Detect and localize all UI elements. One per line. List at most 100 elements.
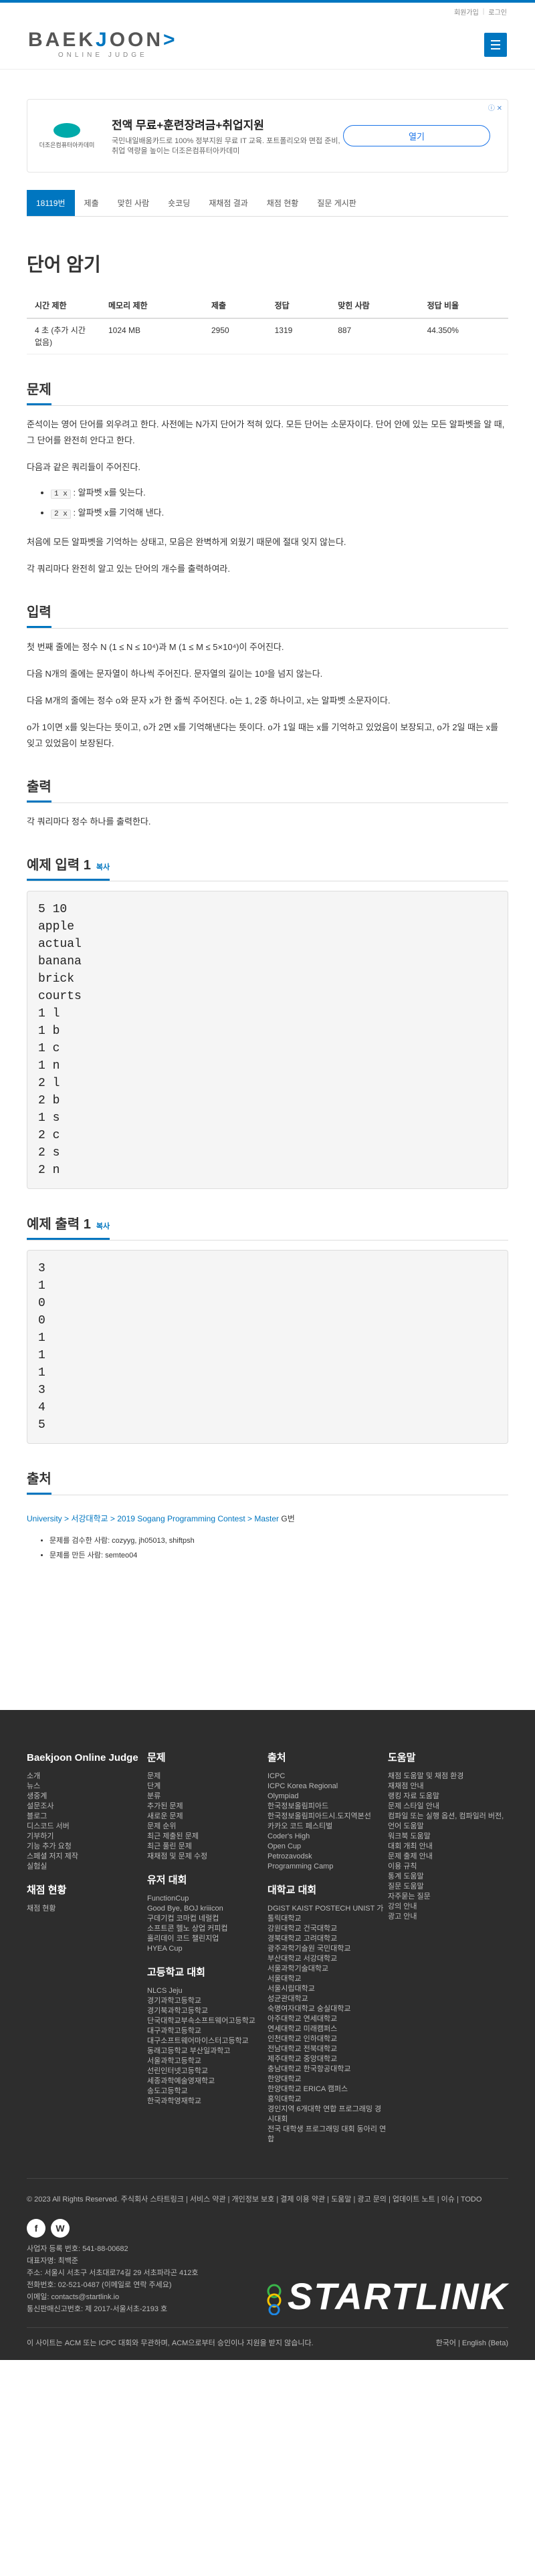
tab-status[interactable]: 채점 현황 bbox=[257, 190, 308, 216]
language-switch-link[interactable]: 한국어 | English (Beta) bbox=[436, 2337, 508, 2348]
footer-link[interactable]: 한국과학영재학교 bbox=[147, 2097, 268, 2107]
footer-link[interactable]: 한국정보올림피아드시.도지역본선 bbox=[268, 1812, 388, 1822]
footer-link[interactable]: 동래고등학교 부산일과학고 bbox=[147, 2046, 268, 2056]
footer-link[interactable]: 세종과학예술영재학교 bbox=[147, 2076, 268, 2086]
copy-sample-input-button[interactable]: 복사 bbox=[96, 863, 110, 871]
footer-link[interactable]: 새로운 문제 bbox=[147, 1812, 268, 1822]
footer-link[interactable]: 블로그 bbox=[27, 1812, 147, 1822]
footer-link[interactable]: 문제 출제 안내 bbox=[388, 1852, 508, 1862]
footer-link[interactable]: 기부하기 bbox=[27, 1832, 147, 1842]
footer-link[interactable]: 한양대학교 ERICA 캠퍼스 bbox=[268, 2084, 388, 2095]
footer-link[interactable]: Good Bye, BOJ kriiicon bbox=[147, 1904, 268, 1914]
login-link[interactable]: 로그인 bbox=[488, 7, 507, 17]
footer-link[interactable]: 단계 bbox=[147, 1782, 268, 1792]
footer-link[interactable]: 자주묻는 질문 bbox=[388, 1892, 508, 1902]
footer-link[interactable]: 디스코드 서버 bbox=[27, 1822, 147, 1832]
wordpress-icon[interactable]: W bbox=[51, 2219, 70, 2238]
footer-link[interactable]: 뉴스 bbox=[27, 1782, 147, 1792]
ad-open-button[interactable]: 열기 bbox=[343, 125, 490, 146]
tab-rejudge-results[interactable]: 재채점 결과 bbox=[199, 190, 257, 216]
footer-link[interactable]: 광주과학기술원 국민대학교 bbox=[268, 1944, 388, 1954]
footer-link[interactable]: 질문 도움말 bbox=[388, 1882, 508, 1892]
footer-link[interactable]: 강원대학교 건국대학교 bbox=[268, 1924, 388, 1934]
footer-link[interactable]: 채점 현황 bbox=[27, 1904, 147, 1914]
footer-link[interactable]: 경기과학고등학교 bbox=[147, 1996, 268, 2006]
footer-link[interactable]: Open Cup bbox=[268, 1842, 388, 1852]
footer-link[interactable]: 생중계 bbox=[27, 1792, 147, 1802]
footer-link[interactable]: 최근 제출된 문제 bbox=[147, 1832, 268, 1842]
ad-info-icon[interactable]: ⓘ ✕ bbox=[488, 102, 502, 112]
footer-link[interactable]: Programming Camp bbox=[268, 1862, 388, 1872]
footer-link[interactable]: 경기북과학고등학교 bbox=[147, 2006, 268, 2016]
footer-link[interactable]: ICPC Korea Regional bbox=[268, 1782, 388, 1792]
footer-link[interactable]: 대회 개최 안내 bbox=[388, 1842, 508, 1852]
footer-link[interactable]: 한국정보올림피아드 bbox=[268, 1802, 388, 1812]
footer-link[interactable]: 재채점 안내 bbox=[388, 1782, 508, 1792]
footer-link[interactable]: 홍익대학교 bbox=[268, 2095, 388, 2105]
footer-link[interactable]: 단국대학교부속소프트웨어고등학교 bbox=[147, 2016, 268, 2026]
footer-link[interactable]: 충남대학교 한국항공대학교 bbox=[268, 2064, 388, 2074]
footer-link[interactable]: 스페셜 저지 제작 bbox=[27, 1852, 147, 1862]
footer-link[interactable]: FunctionCup bbox=[147, 1894, 268, 1904]
footer-link[interactable]: 통계 도움말 bbox=[388, 1872, 508, 1882]
footer-link[interactable]: 서울대학교 bbox=[268, 1974, 388, 1984]
footer-link[interactable]: 이용 규칙 bbox=[388, 1862, 508, 1872]
footer-link[interactable]: 문제 스타일 안내 bbox=[388, 1802, 508, 1812]
sample-output-block[interactable]: 3 1 0 0 1 1 1 3 4 5 bbox=[27, 1250, 508, 1444]
menu-toggle-button[interactable] bbox=[484, 32, 507, 57]
footer-link[interactable]: 기능 추가 요청 bbox=[27, 1842, 147, 1852]
tab-question-board[interactable]: 질문 게시판 bbox=[308, 190, 366, 216]
footer-link[interactable]: 소개 bbox=[27, 1772, 147, 1782]
footer-link[interactable]: 서울과학기술대학교 bbox=[268, 1964, 388, 1974]
footer-link[interactable]: 제주대학교 중앙대학교 bbox=[268, 2054, 388, 2064]
footer-link[interactable]: DGIST KAIST POSTECH UNIST 가톨릭대학교 bbox=[268, 1904, 388, 1924]
copy-sample-output-button[interactable]: 복사 bbox=[96, 1222, 110, 1230]
footer-link[interactable]: 문제 bbox=[147, 1772, 268, 1782]
footer-link[interactable]: 구데기컵 코마컵 네럴컵 bbox=[147, 1914, 268, 1924]
footer-link[interactable]: 선린인터넷고등학교 bbox=[147, 2066, 268, 2076]
footer-link[interactable]: 분류 bbox=[147, 1792, 268, 1802]
footer-link[interactable]: 워크북 도움말 bbox=[388, 1832, 508, 1842]
footer-link[interactable]: NLCS Jeju bbox=[147, 1986, 268, 1996]
footer-link[interactable]: 한양대학교 bbox=[268, 2074, 388, 2084]
footer-link[interactable]: 전국 대학생 프로그래밍 대회 동아리 연합 bbox=[268, 2125, 388, 2145]
footer-link[interactable]: 카카오 코드 페스티벌 bbox=[268, 1822, 388, 1832]
footer-link[interactable]: 강의 안내 bbox=[388, 1902, 508, 1912]
footer-link[interactable]: 성균관대학교 bbox=[268, 1994, 388, 2004]
footer-link[interactable]: Olympiad bbox=[268, 1792, 388, 1802]
footer-link[interactable]: 재채점 및 문제 수정 bbox=[147, 1852, 268, 1862]
footer-link[interactable]: 문제 순위 bbox=[147, 1822, 268, 1832]
footer-link[interactable]: 아주대학교 연세대학교 bbox=[268, 2014, 388, 2024]
footer-link[interactable]: 부산대학교 서강대학교 bbox=[268, 1954, 388, 1964]
footer-link[interactable]: 컴파일 또는 실행 옵션, 컴파일러 버전, 언어 도움말 bbox=[388, 1812, 508, 1832]
footer-link[interactable]: 추가된 문제 bbox=[147, 1802, 268, 1812]
facebook-icon[interactable]: f bbox=[27, 2219, 45, 2238]
footer-link[interactable]: 서울시립대학교 bbox=[268, 1984, 388, 1994]
footer-link[interactable]: 실험실 bbox=[27, 1862, 147, 1872]
footer-link[interactable]: 송도고등학교 bbox=[147, 2086, 268, 2097]
footer-link[interactable]: 연세대학교 미래캠퍼스 bbox=[268, 2024, 388, 2034]
footer-link[interactable]: 경북대학교 고려대학교 bbox=[268, 1934, 388, 1944]
site-logo[interactable]: BAEKJOON> ONLINE JUDGE bbox=[28, 30, 178, 60]
footer-link[interactable]: 서울과학고등학교 bbox=[147, 2056, 268, 2066]
footer-link[interactable]: 대구소프트웨어마이스터고등학교 bbox=[147, 2036, 268, 2046]
footer-link[interactable]: 소프트콘 헬노 상업 커피컵 bbox=[147, 1924, 268, 1934]
footer-link[interactable]: 전남대학교 전북대학교 bbox=[268, 2044, 388, 2054]
footer-link[interactable]: 홀리데이 코드 챌린지업 bbox=[147, 1934, 268, 1944]
sample-input-block[interactable]: 5 10 apple actual banana brick courts 1 … bbox=[27, 891, 508, 1189]
footer-link[interactable]: Coder's High bbox=[268, 1832, 388, 1842]
footer-link[interactable]: 설문조사 bbox=[27, 1802, 147, 1812]
tab-short-coding[interactable]: 숏코딩 bbox=[158, 190, 199, 216]
footer-link[interactable]: 경인지역 6개대학 연합 프로그래밍 경시대회 bbox=[268, 2105, 388, 2125]
footer-link[interactable]: 최근 풀린 문제 bbox=[147, 1842, 268, 1852]
footer-link[interactable]: 랭킹 자료 도움말 bbox=[388, 1792, 508, 1802]
signup-link[interactable]: 회원가입 bbox=[454, 7, 479, 17]
tab-problem[interactable]: 18119번 bbox=[27, 190, 75, 216]
footer-link[interactable]: 숙명여자대학교 숭실대학교 bbox=[268, 2004, 388, 2014]
footer-link[interactable]: 대구과학고등학교 bbox=[147, 2026, 268, 2036]
tab-submit[interactable]: 제출 bbox=[75, 190, 108, 216]
footer-link[interactable]: 인천대학교 인하대학교 bbox=[268, 2034, 388, 2044]
footer-link[interactable]: ICPC bbox=[268, 1772, 388, 1782]
footer-link[interactable]: 광고 안내 bbox=[388, 1912, 508, 1922]
footer-link[interactable]: Petrozavodsk bbox=[268, 1852, 388, 1862]
